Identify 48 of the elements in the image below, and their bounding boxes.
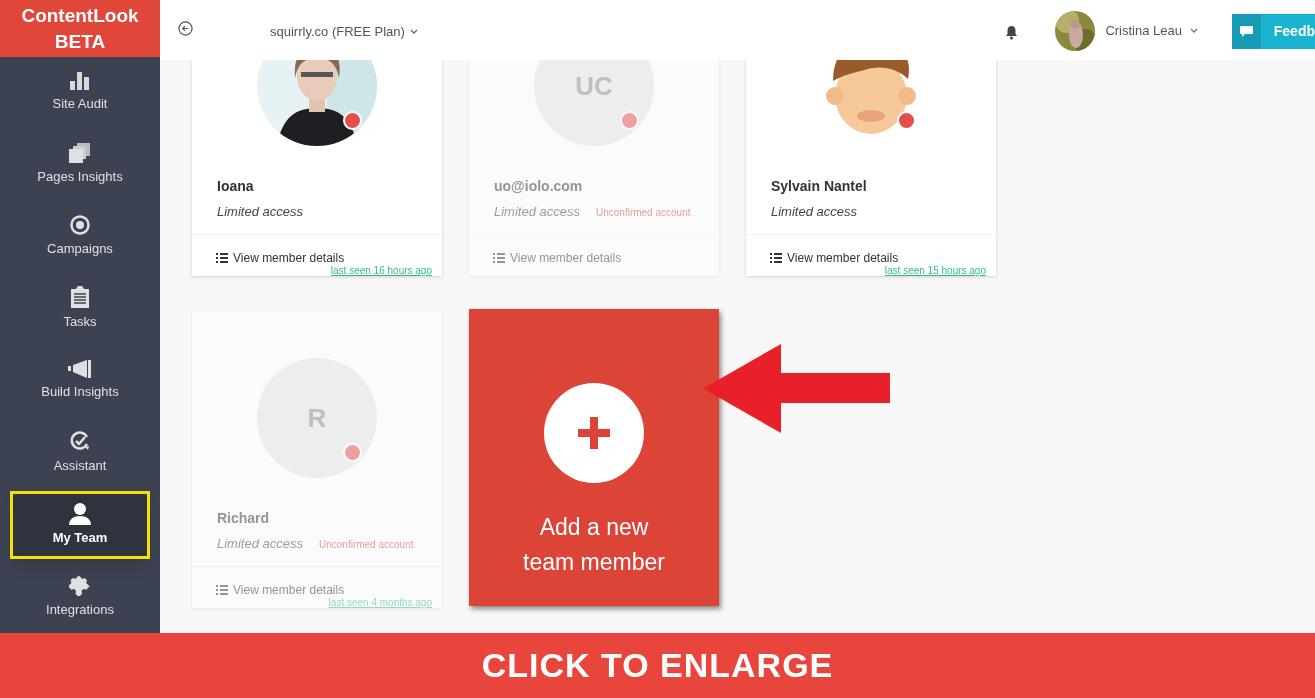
bell-icon[interactable] [1005, 24, 1019, 40]
clipboard-icon [71, 286, 89, 309]
access-level: Limited access [217, 535, 303, 553]
chat-icon [1238, 24, 1254, 38]
caret-icon [409, 29, 418, 35]
account-status: Unconfirmed account [596, 206, 691, 220]
sidebar-item[interactable]: Integrations [0, 561, 160, 633]
sidebar-item[interactable]: Tasks [0, 273, 160, 345]
access-level: Limited access [494, 203, 580, 221]
gauge-icon [69, 430, 91, 453]
member-name: Ioana [217, 177, 254, 195]
list-icon [770, 252, 782, 263]
add-member-label: Add a new team member [523, 513, 665, 577]
last-seen: last seen 16 hours ago [330, 264, 432, 278]
megaphone-icon [68, 360, 92, 379]
puzzle-icon [69, 574, 91, 597]
caret-icon [1190, 28, 1198, 34]
access-level: Limited access [771, 203, 857, 221]
pages-icon [69, 143, 91, 164]
list-icon [216, 252, 228, 263]
target-icon [70, 215, 90, 236]
member-name: uo@iolo.com [494, 177, 583, 195]
logo[interactable]: ContentLook BETA [0, 0, 160, 57]
sidebar-item[interactable]: Assistant [0, 417, 160, 489]
enlarge-banner[interactable]: CLICK TO ENLARGE [0, 633, 1315, 698]
list-icon [493, 252, 505, 263]
sidebar-item[interactable]: My Team [10, 491, 150, 559]
last-seen: last seen 15 hours ago [884, 264, 986, 278]
sidebar-item[interactable]: Site Audit [0, 57, 160, 129]
plus-icon [578, 417, 610, 449]
account-status: Unconfirmed account [319, 538, 414, 552]
access-level: Limited access [217, 203, 303, 221]
sidebar-item[interactable]: Campaigns [0, 201, 160, 273]
back-icon[interactable] [178, 21, 193, 36]
add-member-card[interactable]: Add a new team member [469, 309, 719, 606]
sidebar-item[interactable]: Pages Insights [0, 129, 160, 201]
person-icon [69, 502, 91, 525]
site-dropdown[interactable]: squirrly.co (FREE Plan) [270, 22, 418, 42]
sidebar-item[interactable]: Build Insights [0, 345, 160, 417]
banner-text: CLICK TO ENLARGE [481, 645, 834, 686]
member-name: Sylvain Nantel [771, 177, 867, 195]
member-details-link[interactable]: View member details [216, 248, 345, 267]
member-details-link[interactable]: View member details [770, 248, 899, 267]
user-menu[interactable]: Cristina Leau [1105, 21, 1198, 41]
member-name: Richard [217, 509, 270, 527]
list-icon [216, 584, 228, 595]
bar-chart-icon [70, 72, 90, 91]
last-seen: last seen 4 months ago [328, 596, 432, 610]
